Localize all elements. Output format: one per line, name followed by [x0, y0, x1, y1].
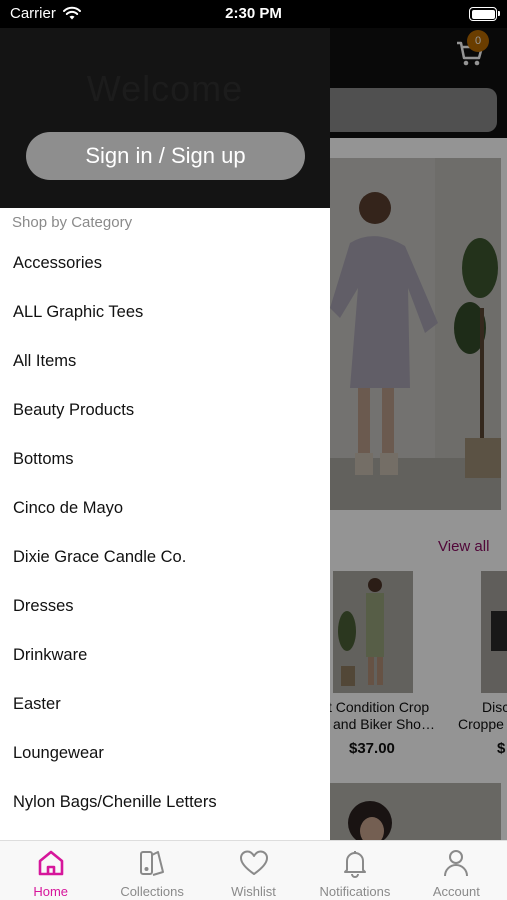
category-item-accessories[interactable]: Accessories: [0, 240, 330, 289]
category-item-dixie-grace-candle[interactable]: Dixie Grace Candle Co.: [0, 534, 330, 583]
category-item-beauty-products[interactable]: Beauty Products: [0, 387, 330, 436]
welcome-text: Welcome: [86, 68, 244, 109]
tab-home[interactable]: Home: [0, 841, 101, 900]
clock: 2:30 PM: [225, 5, 282, 22]
tab-notifications[interactable]: Notifications: [304, 841, 405, 900]
category-item-easter[interactable]: Easter: [0, 681, 330, 730]
category-heading: Shop by Category: [12, 214, 133, 231]
heart-icon: [239, 850, 268, 875]
tab-account[interactable]: Account: [406, 841, 507, 900]
tab-label: Wishlist: [231, 884, 276, 899]
person-icon: [444, 850, 469, 877]
sign-in-button[interactable]: Sign in / Sign up: [26, 132, 305, 180]
category-item-cinco-de-mayo[interactable]: Cinco de Mayo: [0, 485, 330, 534]
category-list: Accessories ALL Graphic Tees All Items B…: [0, 240, 330, 828]
category-item-loungewear[interactable]: Loungewear: [0, 730, 330, 779]
bell-icon: [343, 851, 366, 878]
category-item-all-graphic-tees[interactable]: ALL Graphic Tees: [0, 289, 330, 338]
status-bar: Carrier 2:30 PM: [0, 0, 507, 28]
category-item-dresses[interactable]: Dresses: [0, 583, 330, 632]
tab-label: Notifications: [319, 884, 391, 899]
tab-label: Collections: [120, 884, 184, 899]
home-icon: [38, 850, 64, 876]
drawer-dim-overlay[interactable]: [330, 28, 507, 840]
tab-wishlist[interactable]: Wishlist: [203, 841, 304, 900]
drawer-header: Welcome Sign in / Sign up: [0, 28, 330, 208]
collections-icon: [140, 851, 165, 876]
app-screen: Carrier 2:30 PM 0 View all t Condition C…: [0, 0, 507, 900]
battery-icon: [469, 7, 500, 21]
category-item-all-items[interactable]: All Items: [0, 338, 330, 387]
category-item-nylon-bags[interactable]: Nylon Bags/Chenille Letters: [0, 779, 330, 828]
category-item-bottoms[interactable]: Bottoms: [0, 436, 330, 485]
tab-bar: Home Collections Wishlist Notifications: [0, 840, 507, 900]
category-item-drinkware[interactable]: Drinkware: [0, 632, 330, 681]
tab-label: Account: [432, 884, 480, 899]
tab-collections[interactable]: Collections: [101, 841, 202, 900]
side-drawer: Welcome Sign in / Sign up Shop by Catego…: [0, 28, 330, 840]
tab-label: Home: [33, 884, 69, 899]
